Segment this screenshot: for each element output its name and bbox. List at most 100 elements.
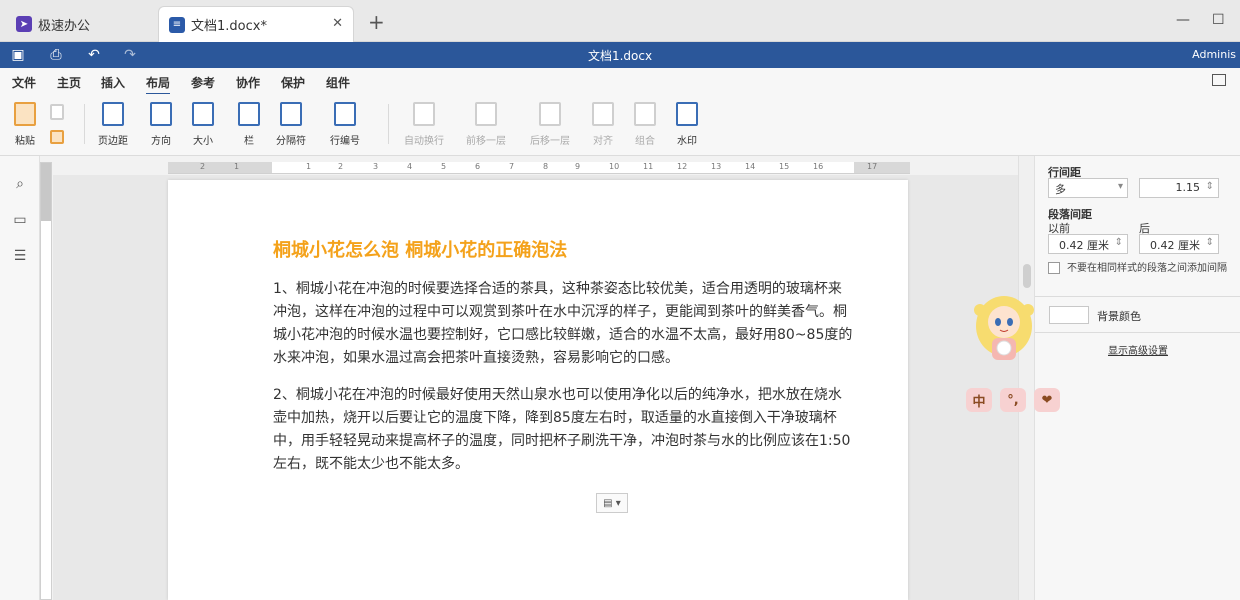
vertical-ruler [40,162,52,600]
size-button[interactable]: 大小 [192,102,214,147]
ime-punctuation-toggle[interactable]: °, [1000,388,1026,412]
comments-icon[interactable]: ▭ [11,212,29,230]
copy-icon [50,104,64,120]
ruler-tick: 6 [475,162,481,171]
stepper-icon[interactable]: ⇕ [1206,181,1214,192]
stepper-icon[interactable]: ⇕ [1206,237,1214,248]
ime-favorite-button[interactable]: ❤ [1034,388,1060,412]
ruler-tick: 11 [643,162,654,171]
ruler-tick: 3 [373,162,379,171]
mascot-character-icon[interactable] [972,290,1036,380]
ruler-tick: 8 [543,162,549,171]
line-numbers-label: 行编号 [330,136,360,147]
margins-button[interactable]: 页边距 [98,102,128,147]
tab-app-home[interactable]: ➤ 极速办公 [6,6,152,42]
size-label: 大小 [193,136,213,147]
new-tab-button[interactable]: + [368,10,385,34]
menu-insert[interactable]: 插入 [101,74,125,91]
background-color-label: 背景颜色 [1097,310,1141,323]
send-backward-button[interactable]: 后移一层 [530,102,570,147]
document-title: 文档1.docx [587,49,653,63]
navigation-icon[interactable]: ☰ [11,248,29,266]
close-tab-icon[interactable]: ✕ [332,16,343,31]
orientation-button[interactable]: 方向 [150,102,172,147]
menu-file[interactable]: 文件 [12,74,36,91]
paragraph-1[interactable]: 1、桐城小花在冲泡的时候要选择合适的茶具，这种茶姿态比较优美，适合用透明的玻璃杯… [273,278,855,370]
minimize-window-button[interactable]: — [1176,12,1190,28]
ruler-tick: 5 [441,162,447,171]
line-numbers-button[interactable]: 行编号 [330,102,360,147]
user-name[interactable]: Adminis [1192,48,1236,61]
align-label: 对齐 [593,136,613,147]
ruler-tick: 16 [813,162,824,171]
spacing-after-input[interactable]: 0.42 厘米 ⇕ [1139,234,1219,254]
tab-app-label: 极速办公 [38,18,91,34]
document-icon: ≡ [169,16,185,33]
exit-icon[interactable] [1212,74,1226,86]
show-advanced-settings-link[interactable]: 显示高级设置 [1035,342,1240,357]
document-page[interactable]: 桐城小花怎么泡 桐城小花的正确泡法 1、桐城小花在冲泡的时候要选择合适的茶具，这… [168,180,908,600]
breaks-icon [280,102,302,126]
ruler-right-margin [854,162,910,173]
maximize-window-button[interactable]: ☐ [1212,12,1225,28]
align-button[interactable]: 对齐 [592,102,614,147]
document-heading[interactable]: 桐城小花怎么泡 桐城小花的正确泡法 [273,236,567,262]
ruler-tick: 12 [677,162,688,171]
send-backward-label: 后移一层 [530,136,570,147]
wrap-text-button[interactable]: 自动换行 [404,102,444,147]
watermark-button[interactable]: 水印 [676,102,698,147]
menu-collaborate[interactable]: 协作 [236,74,260,91]
horizontal-ruler: 2 1 1 2 3 4 5 6 7 8 9 10 11 12 13 14 15 … [168,162,910,174]
title-bar: ▣ ⎙ ↶ ↷ 文档1.docx Adminis [0,42,1240,68]
ime-chinese-toggle[interactable]: 中 [966,388,992,412]
menu-plugins[interactable]: 组件 [326,74,350,91]
scrollbar-thumb[interactable] [1023,264,1031,288]
clipboard-icon: ▤ ▾ [603,497,621,509]
menu-protect[interactable]: 保护 [281,74,305,91]
paste-options-button[interactable]: ▤ ▾ [596,493,628,513]
margins-label: 页边距 [98,136,128,147]
ruler-tick: 10 [609,162,620,171]
menu-references[interactable]: 参考 [191,74,215,91]
copy-button[interactable] [50,104,64,120]
line-spacing-value-input[interactable]: 1.15 ⇕ [1139,178,1219,198]
breaks-button[interactable]: 分隔符 [276,102,306,147]
background-color-picker[interactable] [1049,306,1089,324]
divider [1035,332,1240,333]
left-sidebar: ⌕ ▭ ☰ [0,156,40,600]
columns-label: 栏 [244,136,254,147]
group-button[interactable]: 组合 [634,102,656,147]
orientation-icon [150,102,172,126]
paste-button[interactable]: 粘贴 [14,102,36,147]
paste-label: 粘贴 [15,136,35,147]
group-icon [634,102,656,126]
bring-forward-button[interactable]: 前移一层 [466,102,506,147]
ribbon-separator [388,104,389,144]
brush-icon [50,130,64,144]
wrap-text-label: 自动换行 [404,136,444,147]
ribbon-toolbar: 粘贴 页边距 方向 大小 栏 分隔符 行编号 自动换行 前移一层 后移一层 对齐… [0,94,1240,156]
line-spacing-mode-select[interactable]: 多 ▾ [1048,178,1128,198]
menu-home[interactable]: 主页 [57,74,81,91]
no-space-same-style-checkbox[interactable] [1048,262,1060,274]
tab-document[interactable]: ≡ 文档1.docx* ✕ [158,6,354,42]
format-painter-button[interactable] [50,130,64,144]
paragraph-2[interactable]: 2、桐城小花在冲泡的时候最好使用天然山泉水也可以使用净化以后的纯净水，把水放在烧… [273,384,855,476]
wrap-text-icon [413,102,435,126]
clipboard-icon [14,102,36,126]
ruler-tick: 1 [306,162,312,171]
tab-bar: ➤ 极速办公 ≡ 文档1.docx* ✕ + — ☐ [0,0,1240,42]
rocket-icon: ➤ [16,16,32,32]
stepper-icon[interactable]: ⇕ [1115,237,1123,248]
bring-forward-icon [475,102,497,126]
spacing-before-input[interactable]: 0.42 厘米 ⇕ [1048,234,1128,254]
bring-forward-label: 前移一层 [466,136,506,147]
watermark-label: 水印 [677,136,697,147]
search-icon[interactable]: ⌕ [11,176,29,194]
ruler-tick: 7 [509,162,515,171]
ruler-left-margin [168,162,272,173]
ruler-tick: 2 [200,162,206,171]
columns-button[interactable]: 栏 [238,102,260,147]
menu-layout[interactable]: 布局 [146,74,171,95]
ruler-tick: 9 [575,162,581,171]
